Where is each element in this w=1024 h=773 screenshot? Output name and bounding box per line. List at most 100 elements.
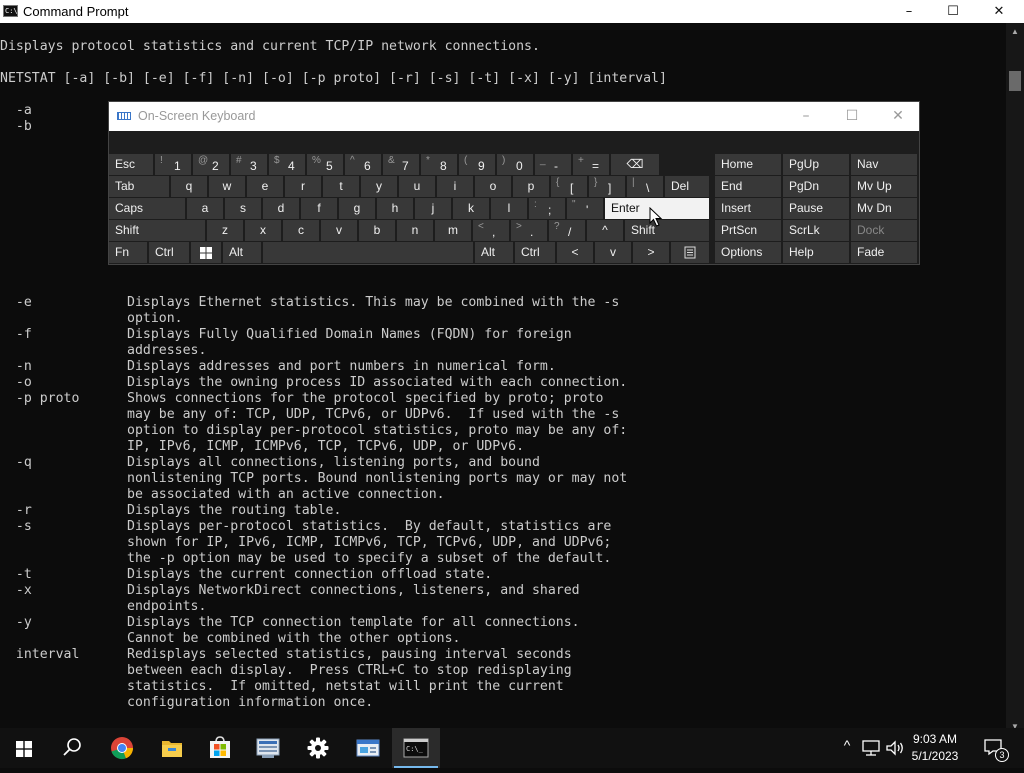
key-del[interactable]: Del: [665, 176, 709, 197]
key-d[interactable]: d: [263, 198, 299, 219]
key-backslash[interactable]: | \: [627, 176, 663, 197]
osk-minimize-button[interactable]: –: [783, 102, 829, 131]
key-ctrl-left[interactable]: Ctrl: [149, 242, 189, 263]
maximize-button[interactable]: ☐: [930, 0, 976, 23]
key-equals[interactable]: + =: [573, 154, 609, 175]
close-button[interactable]: ✕: [976, 0, 1022, 23]
taskbar-control-panel[interactable]: [344, 728, 392, 768]
key-rbracket[interactable]: }]: [589, 176, 625, 197]
key-scrlk[interactable]: ScrLk: [783, 220, 849, 241]
key-x[interactable]: x: [245, 220, 281, 241]
key-dock[interactable]: Dock: [851, 220, 917, 241]
key-down-arrow[interactable]: v: [595, 242, 631, 263]
key-ctrl-right[interactable]: Ctrl: [515, 242, 555, 263]
key-m[interactable]: m: [435, 220, 471, 241]
taskbar-chrome[interactable]: [98, 728, 146, 768]
key-n[interactable]: n: [397, 220, 433, 241]
key-l[interactable]: l: [491, 198, 527, 219]
key-quote[interactable]: " ': [567, 198, 603, 219]
key-b[interactable]: b: [359, 220, 395, 241]
key-k5[interactable]: % 5: [307, 154, 343, 175]
key-shift-left[interactable]: Shift: [109, 220, 205, 241]
key-pgdn[interactable]: PgDn: [783, 176, 849, 197]
key-up-arrow[interactable]: ^: [587, 220, 623, 241]
volume-icon[interactable]: [884, 738, 906, 758]
key-t[interactable]: t: [323, 176, 359, 197]
key-menu-icon[interactable]: [671, 242, 709, 263]
vertical-scrollbar[interactable]: ▲ ▼: [1006, 23, 1024, 735]
osk-title-bar[interactable]: On-Screen Keyboard – ☐ ✕: [109, 102, 919, 131]
key-pgup[interactable]: PgUp: [783, 154, 849, 175]
key-k1[interactable]: ! 1: [155, 154, 191, 175]
key-k4[interactable]: $4: [269, 154, 305, 175]
key-semicolon[interactable]: :;: [529, 198, 565, 219]
key-k[interactable]: k: [453, 198, 489, 219]
key-k3[interactable]: #3: [231, 154, 267, 175]
key-f[interactable]: f: [301, 198, 337, 219]
key-left-arrow[interactable]: <: [557, 242, 593, 263]
on-screen-keyboard-window[interactable]: On-Screen Keyboard – ☐ ✕ Esc! 1 @2 #3 $4% 5 ^ 6…: [108, 101, 920, 265]
osk-close-button[interactable]: ✕: [875, 102, 921, 131]
key-j[interactable]: j: [415, 198, 451, 219]
key-fade[interactable]: Fade: [851, 242, 917, 263]
key-mvdn[interactable]: Mv Dn: [851, 198, 917, 219]
key-lbracket[interactable]: {[: [551, 176, 587, 197]
key-v[interactable]: v: [321, 220, 357, 241]
key-k0[interactable]: ) 0: [497, 154, 533, 175]
key-k7[interactable]: & 7: [383, 154, 419, 175]
key-w[interactable]: w: [209, 176, 245, 197]
title-bar[interactable]: C:\ Command Prompt – ☐ ✕: [0, 0, 1024, 23]
key-p[interactable]: p: [513, 176, 549, 197]
key-pause[interactable]: Pause: [783, 198, 849, 219]
key-g[interactable]: g: [339, 198, 375, 219]
taskbar-command-prompt[interactable]: C:\_: [392, 728, 440, 768]
key-period[interactable]: >.: [511, 220, 547, 241]
taskbar-file-explorer[interactable]: [148, 728, 196, 768]
key-u[interactable]: u: [399, 176, 435, 197]
key-insert[interactable]: Insert: [715, 198, 781, 219]
key-spacebar[interactable]: [263, 242, 473, 263]
action-center-button[interactable]: 3: [978, 728, 1012, 768]
taskbar-server-manager[interactable]: [244, 728, 292, 768]
scroll-up-arrow-icon[interactable]: ▲: [1006, 23, 1024, 40]
key-backspace-icon[interactable]: ⌫: [611, 154, 659, 175]
key-home[interactable]: Home: [715, 154, 781, 175]
key-comma[interactable]: <,: [473, 220, 509, 241]
network-icon[interactable]: [860, 738, 882, 758]
key-slash[interactable]: ? /: [549, 220, 585, 241]
key-y[interactable]: y: [361, 176, 397, 197]
scrollbar-thumb[interactable]: [1009, 71, 1021, 91]
tray-overflow-chevron-icon[interactable]: ^: [838, 737, 856, 753]
key-esc[interactable]: Esc: [109, 154, 153, 175]
key-c[interactable]: c: [283, 220, 319, 241]
key-options[interactable]: Options: [715, 242, 781, 263]
key-fn[interactable]: Fn: [109, 242, 147, 263]
key-nav[interactable]: Nav: [851, 154, 917, 175]
key-z[interactable]: z: [207, 220, 243, 241]
clock-date[interactable]: 5/1/2023: [905, 749, 965, 763]
key-shift-right[interactable]: Shift: [625, 220, 709, 241]
key-k2[interactable]: @2: [193, 154, 229, 175]
key-prtscn[interactable]: PrtScn: [715, 220, 781, 241]
taskbar-store[interactable]: [196, 728, 244, 768]
key-end[interactable]: End: [715, 176, 781, 197]
key-h[interactable]: h: [377, 198, 413, 219]
key-k9[interactable]: (9: [459, 154, 495, 175]
key-right-arrow[interactable]: >: [633, 242, 669, 263]
key-alt-right[interactable]: Alt: [475, 242, 513, 263]
key-k6[interactable]: ^ 6: [345, 154, 381, 175]
key-alt-left[interactable]: Alt: [223, 242, 261, 263]
key-mvup[interactable]: Mv Up: [851, 176, 917, 197]
key-e[interactable]: e: [247, 176, 283, 197]
key-k8[interactable]: * 8: [421, 154, 457, 175]
key-q[interactable]: q: [171, 176, 207, 197]
key-s[interactable]: s: [225, 198, 261, 219]
key-help[interactable]: Help: [783, 242, 849, 263]
key-r[interactable]: r: [285, 176, 321, 197]
key-windows-icon[interactable]: [191, 242, 221, 263]
key-o[interactable]: o: [475, 176, 511, 197]
clock-time[interactable]: 9:03 AM: [905, 732, 965, 746]
key-caps[interactable]: Caps: [109, 198, 185, 219]
minimize-button[interactable]: –: [886, 0, 932, 23]
key-minus[interactable]: _ -: [535, 154, 571, 175]
